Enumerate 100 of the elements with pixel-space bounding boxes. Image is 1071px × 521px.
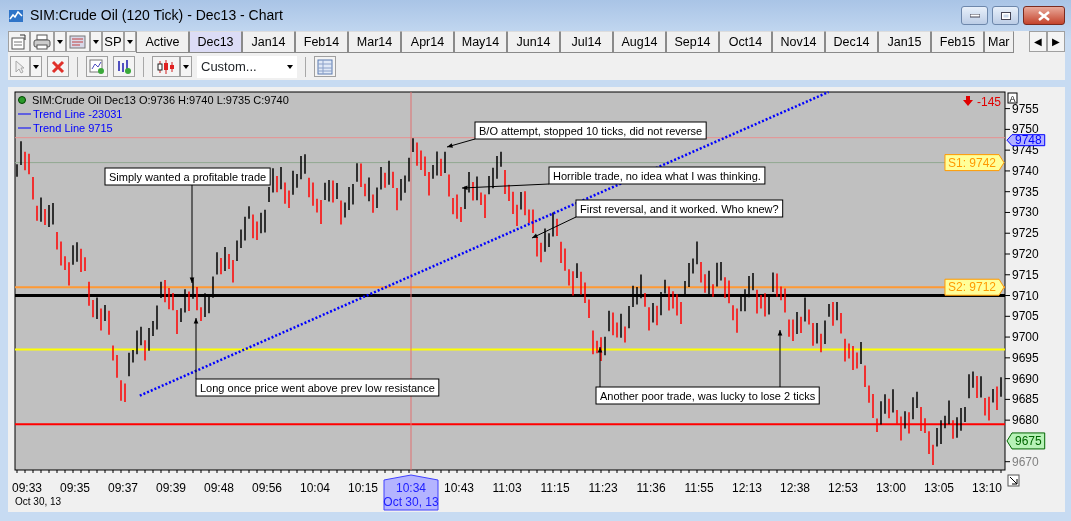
axis-label: 9725 — [1012, 226, 1039, 241]
candlestick-icon — [156, 58, 176, 75]
caret-icon — [183, 64, 189, 69]
axis-label: 9735 — [1012, 184, 1039, 199]
status-dot-icon — [18, 96, 26, 104]
contract-tab[interactable]: Mar — [984, 31, 1014, 53]
contract-tab[interactable]: Aug14 — [613, 31, 666, 53]
contract-tab[interactable]: Mar14 — [348, 31, 401, 53]
delete-button[interactable] — [47, 56, 69, 77]
annotation-label: Simply wanted a profitable trade — [104, 167, 271, 186]
leader-arrow — [777, 329, 783, 388]
contract-tab[interactable]: Jan15 — [878, 31, 931, 53]
axis-label: 9715 — [1012, 267, 1039, 282]
annotation-label: Long once price went above prev low resistance — [195, 378, 440, 397]
axis-label: 12:13 — [732, 481, 762, 495]
bar-type-dropdown[interactable]: Custom... — [197, 55, 297, 78]
bars-icon — [116, 58, 132, 75]
contract-tab[interactable]: Dec14 — [825, 31, 878, 53]
chart-icon — [89, 58, 105, 75]
printer-icon — [33, 33, 51, 50]
dropdown-button[interactable] — [54, 31, 66, 52]
price-tag: S2: 9712 — [944, 278, 1005, 296]
axis-label: 13:00 — [876, 481, 906, 495]
legend-label: Trend Line -23031 — [33, 108, 123, 120]
axis-label: 9705 — [1012, 309, 1039, 324]
axis-label: 9680 — [1012, 413, 1039, 428]
axis-label: 9710 — [1012, 288, 1039, 303]
annotation-label: Another poor trade, was lucky to lose 2 ticks — [595, 386, 820, 405]
close-icon — [1038, 10, 1050, 21]
contract-tab[interactable]: Feb15 — [931, 31, 984, 53]
axis-label: 12:38 — [780, 481, 810, 495]
axis-label: 11:55 — [684, 481, 714, 495]
axis-label: 9670 — [1012, 454, 1039, 469]
axis-label: 10:04 — [300, 481, 330, 495]
strategies-button[interactable] — [113, 56, 135, 77]
axis-label: 13:10 — [972, 481, 1002, 495]
close-button[interactable] — [1023, 6, 1065, 25]
contract-tab[interactable]: May14 — [454, 31, 507, 53]
leader-arrow — [446, 138, 476, 148]
dropdown-button[interactable] — [30, 56, 42, 77]
window-title: SIM:Crude Oil (120 Tick) - Dec13 - Chart — [30, 6, 283, 25]
maximize-icon — [1000, 11, 1011, 20]
app-icon — [8, 7, 24, 24]
legend-title: SIM:Crude Oil Dec13 O:9736 H:9740 L:9735 C:9740 — [32, 94, 289, 106]
table-icon — [317, 58, 333, 75]
contract-tab[interactable]: Jan14 — [242, 31, 295, 53]
legend-label: Trend Line 9715 — [33, 122, 113, 134]
contract-tab[interactable]: Nov14 — [772, 31, 825, 53]
legend-line-icon — [17, 127, 32, 129]
resize-icon[interactable] — [1007, 474, 1020, 487]
price-tag: S1: 9742 — [944, 154, 1005, 172]
pointer-icon — [15, 59, 25, 74]
axis-label: 9730 — [1012, 205, 1039, 220]
scroll-right-button[interactable]: ▶ — [1047, 31, 1065, 52]
caret-icon — [57, 39, 63, 44]
dropdown-button[interactable] — [90, 31, 102, 52]
profit-loss-value: -145 — [976, 95, 1001, 109]
crosshair-time-label: 10:34 Oct 30, 13 — [383, 474, 439, 511]
leader-arrow — [597, 346, 603, 388]
contract-tab[interactable]: Feb14 — [295, 31, 348, 53]
chart-style-button[interactable] — [152, 56, 180, 77]
axis-label: 09:56 — [252, 481, 282, 495]
axis-label: 10:15 — [348, 481, 378, 495]
date-label: Oct 30, 13 — [15, 496, 62, 507]
axis-label: 11:03 — [492, 481, 522, 495]
down-arrow-icon — [963, 96, 973, 106]
print-button[interactable] — [30, 31, 54, 52]
contract-tab[interactable]: Jul14 — [560, 31, 613, 53]
axis-label: 09:35 — [60, 481, 90, 495]
autoscale-button[interactable]: A — [1007, 92, 1018, 104]
axis-label: 10:43 — [444, 481, 474, 495]
contract-tab[interactable]: Jun14 — [507, 31, 560, 53]
instrument-button[interactable]: SP — [102, 31, 124, 52]
contract-tab[interactable]: Sep14 — [666, 31, 719, 53]
contract-tab[interactable]: Apr14 — [401, 31, 454, 53]
axis-label: 9685 — [1012, 392, 1039, 407]
maximize-button[interactable] — [992, 6, 1019, 25]
axis-label: 13:05 — [924, 481, 954, 495]
axis-label: 11:15 — [540, 481, 570, 495]
contract-tab[interactable]: Oct14 — [719, 31, 772, 53]
minimize-icon — [969, 13, 980, 18]
scroll-left-button[interactable]: ◀ — [1029, 31, 1047, 52]
axis-label: 9695 — [1012, 350, 1039, 365]
annotation-label: B/O attempt, stopped 10 ticks, did not reverse — [474, 121, 707, 140]
leader-arrow — [193, 317, 199, 380]
dropdown-button[interactable] — [124, 31, 136, 52]
axis-label: 09:39 — [156, 481, 186, 495]
contract-tab[interactable]: Active — [136, 31, 189, 53]
legend-line-icon — [17, 113, 32, 115]
contract-tab[interactable]: Dec13 — [189, 31, 242, 53]
leader-arrow — [531, 216, 577, 239]
delete-icon — [51, 59, 65, 74]
axis-label: 09:33 — [12, 481, 42, 495]
properties-icon — [11, 33, 27, 50]
axis-label: 9700 — [1012, 330, 1039, 345]
axis-label: 11:23 — [588, 481, 618, 495]
axis-label: 9740 — [1012, 163, 1039, 178]
dropdown-button[interactable] — [180, 56, 192, 77]
axis-label: 9755 — [1012, 101, 1039, 116]
axis-label: 12:53 — [828, 481, 858, 495]
